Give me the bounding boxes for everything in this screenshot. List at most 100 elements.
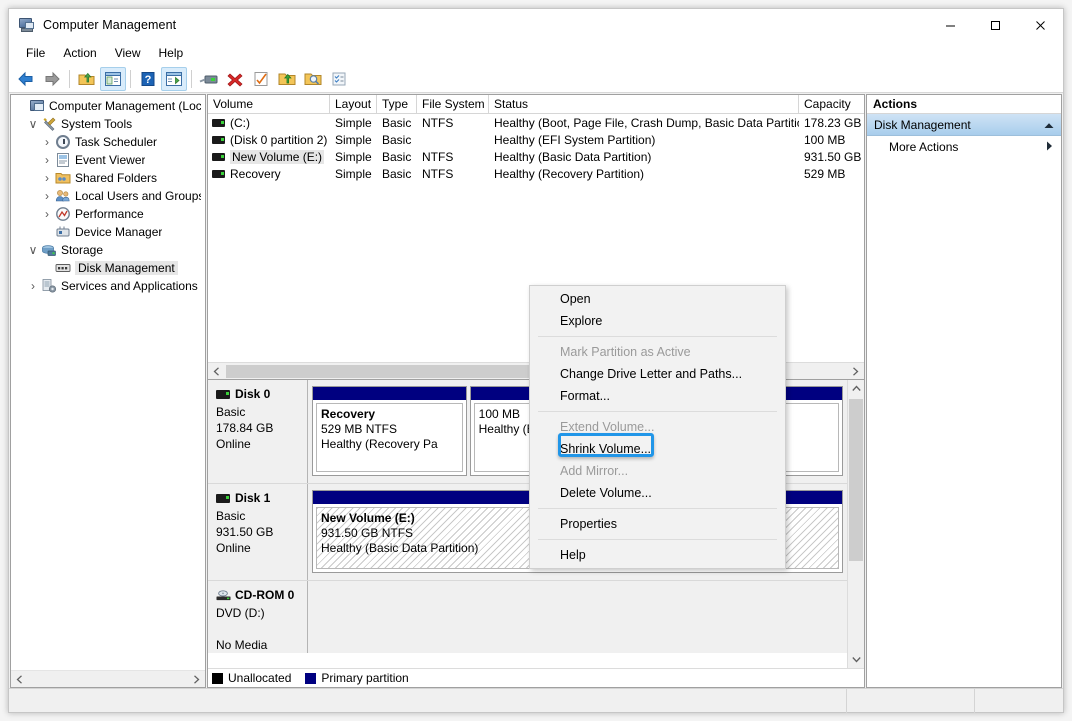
table-row[interactable]: Recovery Simple Basic NTFS Healthy (Reco… [208,165,864,182]
status-cell-2 [847,688,975,713]
column-header-status[interactable]: Status [489,95,799,113]
tree-item-local-users-and-groups[interactable]: › Local Users and Groups [11,187,205,205]
context-menu-item-format[interactable]: Format... [530,385,785,407]
context-menu-item-open[interactable]: Open [530,288,785,310]
performance-icon [55,206,71,222]
context-menu-item-add-mirror: Add Mirror... [560,464,629,478]
chevron-right-icon[interactable] [1046,140,1053,154]
tree-twisty[interactable]: › [39,171,55,185]
context-menu-separator [538,411,777,412]
tree-twisty[interactable]: › [25,279,41,293]
help-icon[interactable]: ? [135,67,161,91]
tree-item-shared-folders[interactable]: › Shared Folders [11,169,205,187]
tree-twisty[interactable]: › [39,189,55,203]
scroll-down-icon[interactable] [848,651,864,668]
tree-item-system-tools[interactable]: ∨ System Tools [11,115,205,133]
column-header-volume[interactable]: Volume [208,95,330,113]
disk-row: CD-ROM 0 DVD (D:) No Media [208,581,847,653]
connect-to-computer-icon[interactable] [196,67,222,91]
tree-twisty[interactable]: ∨ [25,117,41,131]
tree-item-label: Disk Management [75,261,178,275]
find-icon[interactable] [300,67,326,91]
cell-volume: (C:) [230,115,250,130]
scroll-right-icon[interactable] [847,363,864,379]
context-menu-item-shrink-volume[interactable]: Shrink Volume... [530,438,785,460]
disk-info-panel[interactable]: Disk 0 Basic 178.84 GB Online [208,380,308,483]
show-hide-action-pane-icon[interactable] [161,66,187,91]
volume-list-header: Volume Layout Type File System Status Ca… [208,95,864,114]
properties-icon[interactable] [248,67,274,91]
tree-twisty[interactable]: › [39,153,55,167]
tree-item-label: Event Viewer [75,153,146,167]
tree-item-storage[interactable]: ∨ Storage [11,241,205,259]
tree-twisty[interactable]: › [39,207,55,221]
actions-title: Actions [867,95,1061,114]
column-header-type[interactable]: Type [377,95,417,113]
scroll-right-icon[interactable] [188,671,205,687]
minimize-button[interactable] [928,9,973,41]
tree-horizontal-scrollbar[interactable] [11,670,205,687]
scroll-left-icon[interactable] [11,671,28,687]
menu-file[interactable]: File [17,44,54,62]
tree-item-computer-management[interactable]: Computer Management (Local [11,97,205,115]
back-icon[interactable] [13,67,39,91]
unallocated-swatch [212,672,223,684]
context-menu-item-properties[interactable]: Properties [530,513,785,535]
scrollbar-thumb[interactable] [849,399,863,561]
disk-info-panel[interactable]: Disk 1 Basic 931.50 GB Online [208,484,308,580]
column-header-file-system[interactable]: File System [417,95,489,113]
forward-icon[interactable] [39,67,65,91]
table-row[interactable]: New Volume (E:) Simple Basic NTFS Health… [208,148,864,165]
actions-item-more-actions[interactable]: More Actions [867,136,1061,158]
column-header-capacity[interactable]: Capacity [799,95,864,113]
toolbar: ? [9,65,1063,93]
table-row[interactable]: (Disk 0 partition 2) Simple Basic Health… [208,131,864,148]
refresh-list-icon[interactable] [326,67,352,91]
export-list-icon[interactable] [274,67,300,91]
cell-layout: Simple [335,149,372,164]
tree-twisty[interactable]: ∨ [25,243,41,257]
scroll-left-icon[interactable] [208,363,225,379]
maximize-button[interactable] [973,9,1018,41]
scrollbar-track[interactable] [848,397,864,651]
device-manager-icon [55,224,71,240]
partition-body: Recovery 529 MB NTFS Healthy (Recovery P… [316,403,463,472]
tree-item-disk-management[interactable]: Disk Management [11,259,205,277]
tree-item-event-viewer[interactable]: › Event Viewer [11,151,205,169]
shared-folders-icon [55,170,71,186]
disk-view-vertical-scrollbar[interactable] [847,380,864,668]
context-menu-item-help[interactable]: Help [530,544,785,566]
table-row[interactable]: (C:) Simple Basic NTFS Healthy (Boot, Pa… [208,114,864,131]
partition-recovery[interactable]: Recovery 529 MB NTFS Healthy (Recovery P… [312,386,467,476]
delete-icon[interactable] [222,67,248,91]
menu-view[interactable]: View [106,44,150,62]
disk-label: Disk 1 [235,491,271,505]
up-folder-icon[interactable] [74,67,100,91]
cell-status: Healthy (Basic Data Partition) [494,149,652,164]
context-menu-item-explore[interactable]: Explore [530,310,785,332]
tree-twisty[interactable]: › [39,135,55,149]
console-tree: Computer Management (Local ∨ System Tool… [11,95,205,670]
drive-icon [212,169,225,178]
scrollbar-thumb[interactable] [226,364,544,378]
close-button[interactable] [1018,9,1063,41]
cell-volume: New Volume (E:) [230,149,325,164]
actions-group-disk-management[interactable]: Disk Management [867,114,1061,136]
tree-item-device-manager[interactable]: Device Manager [11,223,205,241]
show-hide-console-tree-icon[interactable] [100,66,126,91]
tree-item-performance[interactable]: › Performance [11,205,205,223]
context-menu-item-change-drive-letter-and-paths[interactable]: Change Drive Letter and Paths... [530,363,785,385]
tree-item-services-and-applications[interactable]: › Services and Applications [11,277,205,295]
disk-name: Disk 1 [216,491,307,505]
toolbar-separator [191,69,192,88]
tree-item-task-scheduler[interactable]: › Task Scheduler [11,133,205,151]
context-menu-item-delete-volume[interactable]: Delete Volume... [530,482,785,504]
tree-item-label: Local Users and Groups [75,189,201,203]
scroll-up-icon[interactable] [848,380,864,397]
cell-file-system: NTFS [422,149,454,164]
column-header-layout[interactable]: Layout [330,95,377,113]
disk-info-panel[interactable]: CD-ROM 0 DVD (D:) No Media [208,581,308,653]
menu-help[interactable]: Help [150,44,193,62]
menu-action[interactable]: Action [54,44,105,62]
chevron-up-icon[interactable] [1044,118,1054,132]
